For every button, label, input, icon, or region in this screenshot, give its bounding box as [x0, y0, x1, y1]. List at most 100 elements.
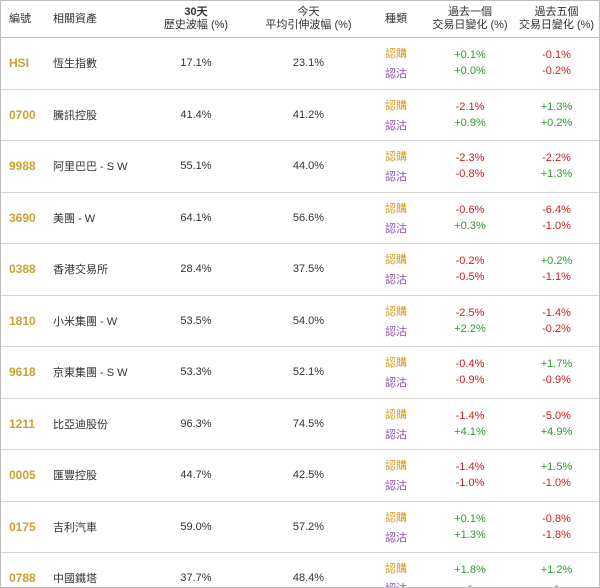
table-row[interactable]: 0005 匯豐控股 44.7% 42.5% 認購 認沽 -1.4% -1.0% …	[1, 449, 599, 502]
call-change-1d: -1.4%	[455, 461, 485, 474]
call-change-1d: +0.1%	[454, 49, 486, 62]
table-row[interactable]: 0700 騰訊控股 41.4% 41.2% 認購 認沽 -2.1% +0.9% …	[1, 89, 599, 141]
volatility-table-panel: 編號 相關資產 30天 歷史波幅 (%) 今天 平均引伸波幅 (%) 種類 過去…	[0, 0, 600, 588]
row-code[interactable]: HSI	[1, 37, 53, 90]
header-change-1d: 過去一個 交易日變化 (%)	[426, 1, 514, 38]
put-change-1d: +1.3%	[454, 528, 486, 541]
type-put-label: 認沽	[385, 531, 407, 544]
row-change-1d: -2.1% +0.9%	[426, 89, 514, 141]
table-row[interactable]: 3690 美團 - W 64.1% 56.6% 認購 認沽 -0.6% +0.3…	[1, 192, 599, 244]
put-change-1d: -0.9%	[455, 374, 485, 387]
put-change-1d: +0.0%	[454, 65, 486, 78]
type-call-label: 認購	[385, 563, 407, 576]
call-change-5d: -5.0%	[542, 409, 571, 422]
row-type: 認購 認沽	[366, 140, 426, 193]
table-row[interactable]: 1211 比亞迪股份 96.3% 74.5% 認購 認沽 -1.4% +4.1%…	[1, 398, 599, 450]
row-code[interactable]: 0005	[1, 449, 53, 502]
row-change-5d: +1.3% +0.2%	[514, 89, 599, 141]
put-change-1d: +0.3%	[454, 219, 486, 232]
type-call-label: 認購	[385, 511, 407, 524]
table-row[interactable]: 1810 小米集團 - W 53.5% 54.0% 認購 認沽 -2.5% +2…	[1, 295, 599, 347]
row-hist-vol: 59.0%	[141, 501, 251, 553]
put-change-5d: -1.1%	[542, 271, 571, 284]
row-hist-vol: 53.5%	[141, 295, 251, 347]
put-change-5d: +0.2%	[540, 116, 573, 129]
table-body: HSI 恆生指數 17.1% 23.1% 認購 認沽 +0.1% +0.0% -…	[1, 37, 599, 587]
call-change-1d: -2.3%	[455, 152, 485, 165]
put-change-5d: -1.8%	[542, 528, 571, 541]
row-code[interactable]: 3690	[1, 192, 53, 244]
type-put-label: 認沽	[385, 480, 407, 493]
row-asset-name: 中國鐵塔	[53, 552, 141, 587]
row-change-5d: -0.8% -1.8%	[514, 501, 599, 553]
row-hist-vol: 64.1%	[141, 192, 251, 244]
row-change-1d: -0.2% -0.5%	[426, 243, 514, 296]
put-change-5d: -0.9%	[542, 374, 571, 387]
table-row[interactable]: HSI 恆生指數 17.1% 23.1% 認購 認沽 +0.1% +0.0% -…	[1, 37, 599, 90]
row-change-5d: +1.2% -	[514, 552, 599, 587]
type-put-label: 認沽	[385, 68, 407, 81]
row-implied-vol: 23.1%	[251, 37, 366, 90]
row-asset-name: 吉利汽車	[53, 501, 141, 553]
type-call-label: 認購	[385, 254, 407, 267]
row-implied-vol: 42.5%	[251, 449, 366, 502]
table-row[interactable]: 9618 京東集團 - S W 53.3% 52.1% 認購 認沽 -0.4% …	[1, 346, 599, 399]
row-asset-name: 小米集團 - W	[53, 295, 141, 347]
call-change-1d: +0.1%	[454, 512, 486, 525]
table-row[interactable]: 0788 中國鐵塔 37.7% 48.4% 認購 認沽 +1.8% - +1.2…	[1, 552, 599, 587]
call-change-1d: -0.6%	[455, 203, 485, 216]
put-change-1d: -0.5%	[455, 271, 485, 284]
row-type: 認購 認沽	[366, 295, 426, 347]
row-code[interactable]: 1810	[1, 295, 53, 347]
row-change-5d: +0.2% -1.1%	[514, 243, 599, 296]
header-implied-vol: 今天 平均引伸波幅 (%)	[251, 1, 366, 38]
row-code[interactable]: 9618	[1, 346, 53, 399]
row-hist-vol: 17.1%	[141, 37, 251, 90]
row-code[interactable]: 9988	[1, 140, 53, 193]
row-hist-vol: 53.3%	[141, 346, 251, 399]
row-hist-vol: 37.7%	[141, 552, 251, 587]
type-call-label: 認購	[385, 460, 407, 473]
row-implied-vol: 57.2%	[251, 501, 366, 553]
type-call-label: 認購	[385, 357, 407, 370]
row-hist-vol: 55.1%	[141, 140, 251, 193]
type-put-label: 認沽	[385, 222, 407, 235]
row-code[interactable]: 0700	[1, 89, 53, 141]
row-change-1d: +1.8% -	[426, 552, 514, 587]
type-call-label: 認購	[385, 151, 407, 164]
row-asset-name: 匯豐控股	[53, 449, 141, 502]
row-asset-name: 阿里巴巴 - S W	[53, 140, 141, 193]
call-change-5d: +1.3%	[540, 100, 573, 113]
type-call-label: 認購	[385, 48, 407, 61]
row-hist-vol: 28.4%	[141, 243, 251, 296]
table-row[interactable]: 9988 阿里巴巴 - S W 55.1% 44.0% 認購 認沽 -2.3% …	[1, 140, 599, 193]
row-type: 認購 認沽	[366, 37, 426, 90]
row-change-5d: -2.2% +1.3%	[514, 140, 599, 193]
row-change-1d: +0.1% +1.3%	[426, 501, 514, 553]
call-change-1d: -2.5%	[455, 306, 485, 319]
row-code[interactable]: 0175	[1, 501, 53, 553]
call-change-5d: +0.2%	[540, 255, 573, 268]
row-change-5d: +1.5% -1.0%	[514, 449, 599, 502]
row-implied-vol: 54.0%	[251, 295, 366, 347]
row-code[interactable]: 1211	[1, 398, 53, 450]
row-type: 認購 認沽	[366, 346, 426, 399]
call-change-5d: -0.8%	[542, 512, 571, 525]
row-hist-vol: 41.4%	[141, 89, 251, 141]
row-change-1d: -1.4% -1.0%	[426, 449, 514, 502]
put-change-1d: -0.8%	[455, 168, 485, 181]
row-code[interactable]: 0388	[1, 243, 53, 296]
row-change-1d: +0.1% +0.0%	[426, 37, 514, 90]
row-type: 認購 認沽	[366, 449, 426, 502]
call-change-5d: -6.4%	[542, 203, 571, 216]
row-implied-vol: 41.2%	[251, 89, 366, 141]
row-type: 認購 認沽	[366, 501, 426, 553]
table-row[interactable]: 0175 吉利汽車 59.0% 57.2% 認購 認沽 +0.1% +1.3% …	[1, 501, 599, 553]
row-code[interactable]: 0788	[1, 552, 53, 587]
type-put-label: 認沽	[385, 428, 407, 441]
table-row[interactable]: 0388 香港交易所 28.4% 37.5% 認購 認沽 -0.2% -0.5%…	[1, 243, 599, 296]
row-type: 認購 認沽	[366, 243, 426, 296]
type-put-label: 認沽	[385, 119, 407, 132]
put-change-1d: +2.2%	[454, 322, 486, 335]
row-asset-name: 騰訊控股	[53, 89, 141, 141]
